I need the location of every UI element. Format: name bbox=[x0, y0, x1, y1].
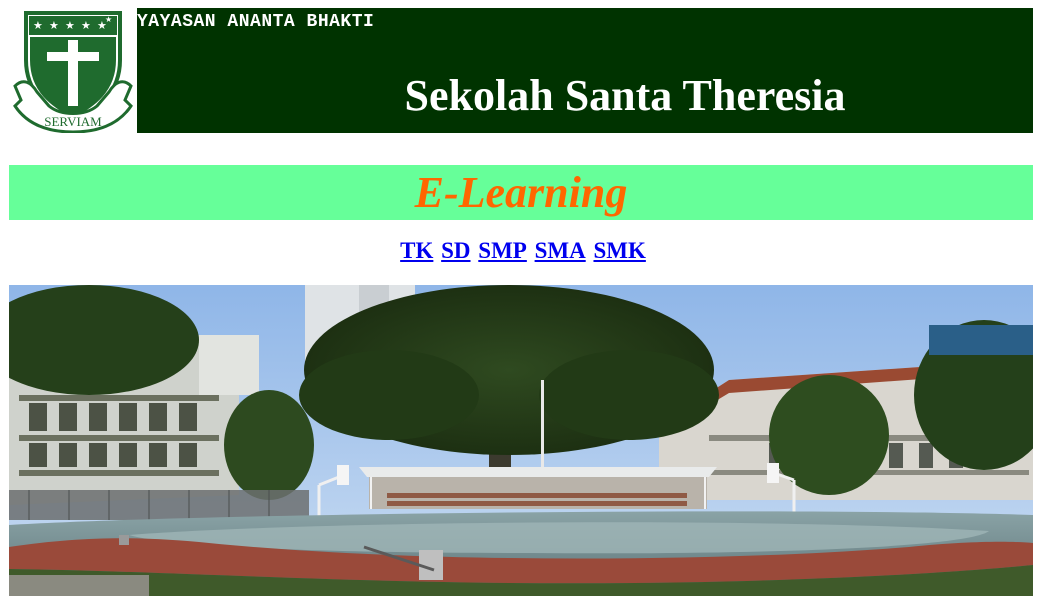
school-level-nav: TK SD SMP SMA SMK bbox=[0, 238, 1046, 264]
nav-link-smk[interactable]: SMK bbox=[593, 238, 645, 263]
svg-text:★: ★ bbox=[105, 15, 112, 24]
elearning-title: E-Learning bbox=[414, 168, 628, 217]
nav-link-sma[interactable]: SMA bbox=[535, 238, 586, 263]
svg-text:★: ★ bbox=[81, 19, 91, 32]
motto-text: SERVIAM bbox=[44, 114, 102, 129]
elearning-banner: E-Learning bbox=[9, 165, 1033, 220]
nav-link-tk[interactable]: TK bbox=[400, 238, 433, 263]
school-title: Sekolah Santa Theresia bbox=[404, 71, 846, 120]
school-crest-icon: ★ ★ ★ ★ ★ ★ SERVIAM bbox=[13, 11, 133, 134]
svg-text:★: ★ bbox=[65, 19, 75, 32]
svg-text:★: ★ bbox=[33, 19, 43, 32]
site-header: YAYASAN ANANTA BHAKTI Sekolah Santa Ther… bbox=[137, 8, 1033, 133]
campus-courtyard-image bbox=[9, 285, 1033, 596]
school-logo: ★ ★ ★ ★ ★ ★ SERVIAM bbox=[9, 8, 137, 134]
foundation-name: YAYASAN ANANTA BHAKTI bbox=[137, 12, 375, 32]
svg-text:★: ★ bbox=[49, 19, 59, 32]
campus-photo bbox=[9, 285, 1033, 596]
nav-link-smp[interactable]: SMP bbox=[478, 238, 527, 263]
nav-link-sd[interactable]: SD bbox=[441, 238, 470, 263]
